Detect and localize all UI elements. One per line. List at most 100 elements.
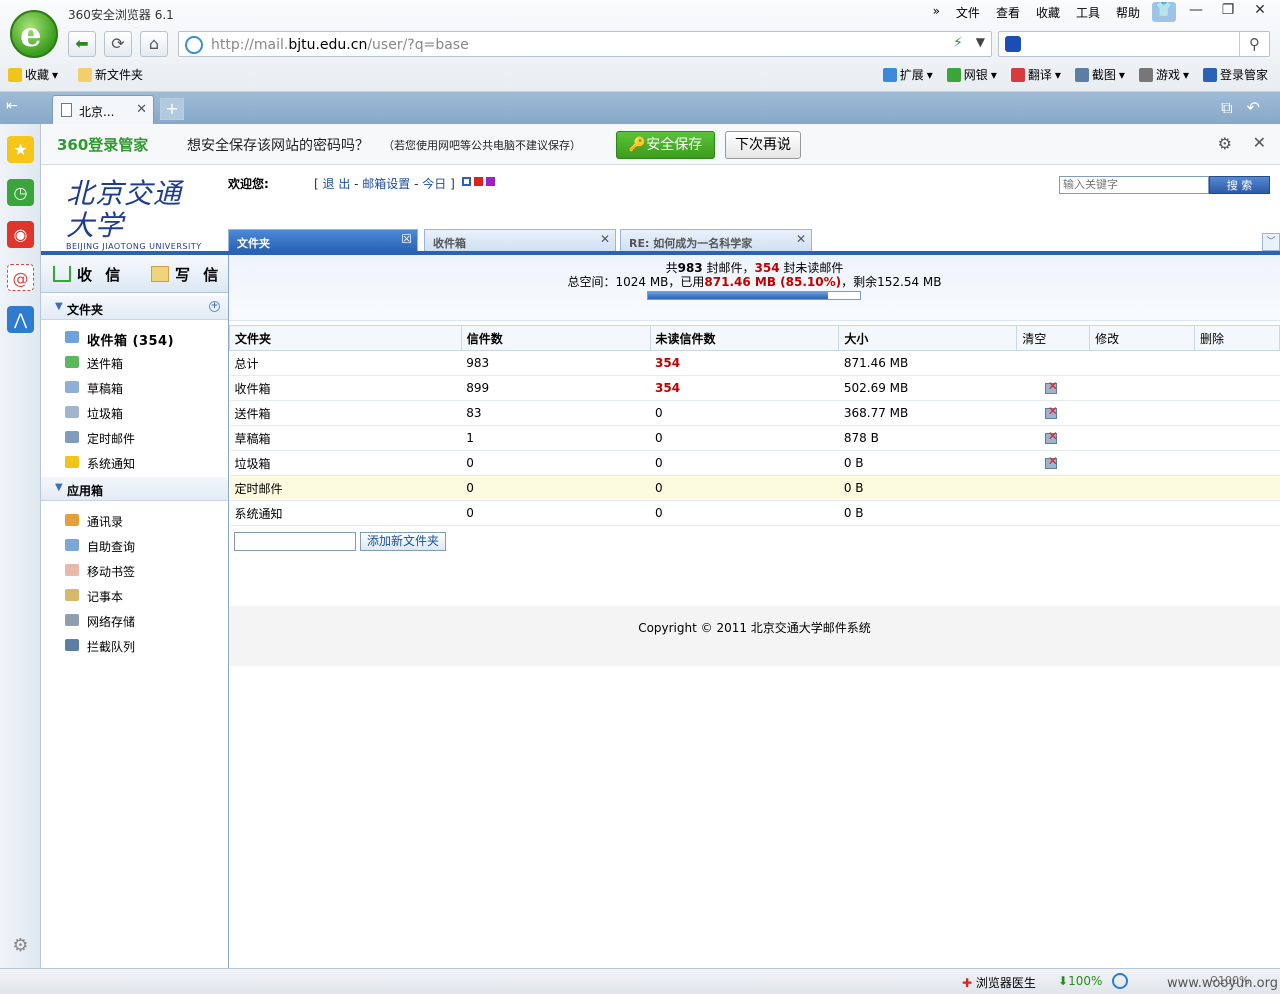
bookmark-new-folder[interactable]: 新文件夹 — [78, 66, 143, 83]
login-manager-brand: 360登录管家 — [57, 136, 149, 154]
quota-progress-fill — [648, 292, 829, 299]
sidebar-item-self-query[interactable]: 自助查询 — [41, 533, 228, 558]
theme-red-swatch[interactable] — [473, 177, 483, 186]
browser-tab[interactable]: 北京... ✕ — [52, 95, 154, 124]
theme-blue-swatch[interactable] — [461, 177, 471, 186]
apps-section[interactable]: ▼ 应用箱 — [41, 477, 228, 501]
browser-search-box[interactable]: ⚲ — [998, 31, 1270, 57]
refresh-icon[interactable]: ⟳ — [104, 31, 132, 57]
chevron-down-icon[interactable]: ﹀ — [1262, 233, 1280, 251]
unread-cell: 0 — [650, 475, 839, 501]
compose-button[interactable]: 写 信 — [151, 264, 222, 285]
tab-folders[interactable]: 文件夹 ☒ — [228, 229, 418, 251]
theme-purple-swatch[interactable] — [485, 177, 495, 186]
add-folder-button[interactable]: 添加新文件夹 — [360, 532, 446, 551]
trash-icon — [65, 406, 79, 418]
new-tab-button[interactable]: + — [160, 98, 184, 120]
mail-search-input[interactable] — [1059, 176, 1209, 194]
close-icon[interactable]: ✕ — [1248, 2, 1272, 22]
sidebar-item-drafts[interactable]: 草稿箱 — [41, 375, 228, 400]
tab-close-icon[interactable]: ✕ — [796, 232, 806, 246]
new-folder-name-input[interactable] — [234, 532, 356, 551]
browser-doctor[interactable]: ✚ 浏览器医生 — [962, 974, 1036, 991]
clear-folder-icon[interactable] — [1044, 379, 1059, 394]
sidebar-item-bookmarks[interactable]: 移动书签 — [41, 558, 228, 583]
back-icon[interactable]: ⬅ — [68, 31, 96, 57]
tab-close-icon[interactable]: ✕ — [600, 232, 610, 246]
menu-file[interactable]: 文件 — [956, 4, 980, 21]
folders-section[interactable]: ▼ 文件夹 + — [41, 296, 228, 320]
chevron-down-icon[interactable]: ▼ — [976, 35, 985, 49]
toolbar-games[interactable]: 游戏 ▾ — [1138, 66, 1189, 83]
pencil-icon — [151, 266, 169, 282]
menu-help[interactable]: 帮助 — [1116, 4, 1140, 21]
menu-bar: » 文件 查看 收藏 工具 帮助 — [933, 4, 1140, 21]
ie-mode-icon[interactable] — [1112, 973, 1128, 989]
search-engine-icon[interactable] — [1005, 36, 1021, 52]
sidebar-item-trash[interactable]: 垃圾箱 — [41, 400, 228, 425]
history-clock-icon[interactable]: ◷ — [7, 179, 34, 206]
home-icon[interactable]: ⌂ — [140, 31, 168, 57]
clear-folder-icon[interactable] — [1044, 404, 1059, 419]
header-links: [ 退 出 - 邮箱设置 - 今日 ] — [314, 175, 495, 192]
skin-icon[interactable]: 👕 — [1152, 2, 1176, 22]
speed-mode-icon[interactable]: ⚡ — [953, 35, 963, 51]
undo-close-icon[interactable]: ↶ — [1247, 98, 1260, 118]
mail-search-button[interactable]: 搜 索 — [1209, 176, 1270, 194]
window-switch-icon[interactable]: ⧉ — [1221, 98, 1232, 118]
sidebar-item-storage[interactable]: 网络存储 — [41, 608, 228, 633]
tab-inbox[interactable]: 收件箱 ✕ — [424, 229, 616, 251]
add-folder-icon[interactable]: + — [209, 301, 220, 312]
minimize-icon[interactable]: — — [1184, 2, 1208, 22]
url-text[interactable]: http://mail.bjtu.edu.cn/user/?q=base — [211, 37, 469, 53]
today-link[interactable]: 今日 — [422, 177, 446, 191]
mail-settings-link[interactable]: 邮箱设置 — [362, 177, 410, 191]
clear-folder-icon[interactable] — [1044, 454, 1059, 469]
logout-link[interactable]: 退 出 — [323, 177, 351, 191]
toolbar-extensions[interactable]: 扩展 ▾ — [882, 66, 933, 83]
sidebar-item-system-notice[interactable]: 系统通知 — [41, 450, 228, 475]
sidebar-item-contacts[interactable]: 通讯录 — [41, 508, 228, 533]
menu-tools[interactable]: 工具 — [1076, 4, 1100, 21]
gear-icon[interactable]: ⚙ — [1218, 134, 1232, 153]
address-bar[interactable]: http://mail.bjtu.edu.cn/user/?q=base ⚡ ▼ — [178, 31, 992, 57]
bookmark-favorites[interactable]: 收藏 ▾ — [8, 66, 58, 83]
close-icon[interactable]: ✕ — [1253, 133, 1266, 152]
weibo-icon[interactable]: ◉ — [7, 221, 34, 248]
receive-button[interactable]: 收 信 — [53, 264, 124, 285]
mail-at-icon[interactable]: @ — [7, 264, 34, 291]
sidebar-item-blocked-queue[interactable]: 拦截队列 — [41, 633, 228, 658]
clear-cell — [1016, 350, 1090, 376]
sidebar-settings-icon[interactable]: ⚙ — [7, 932, 34, 959]
app-icon[interactable]: ⋀ — [7, 306, 34, 333]
download-status[interactable]: ⬇100% — [1058, 974, 1102, 988]
delete-cell — [1194, 475, 1280, 501]
sidebar-toggle-icon[interactable]: ⇤ — [6, 98, 18, 114]
sidebar-item-scheduled[interactable]: 定时邮件 — [41, 425, 228, 450]
browser-title-bar: e 360安全浏览器 6.1 » 文件 查看 收藏 工具 帮助 👕 — ❐ ✕ … — [0, 0, 1280, 92]
tab-message[interactable]: RE: 如何成为一名科学家 ✕ — [620, 229, 812, 251]
later-button[interactable]: 下次再说 — [725, 131, 801, 159]
folder-table-body: 总计983354871.46 MB收件箱899354502.69 MB送件箱83… — [229, 350, 1280, 526]
sidebar-item-inbox[interactable]: 收件箱 (354) — [41, 325, 228, 350]
toolbar-login-manager[interactable]: 登录管家 — [1202, 66, 1268, 83]
sidebar-item-notepad[interactable]: 记事本 — [41, 583, 228, 608]
sidebar-item-sent[interactable]: 送件箱 — [41, 350, 228, 375]
menu-favorites[interactable]: 收藏 — [1036, 4, 1060, 21]
menu-view[interactable]: 查看 — [996, 4, 1020, 21]
clear-folder-icon[interactable] — [1044, 429, 1059, 444]
tag-icon — [65, 564, 79, 576]
menu-more[interactable]: » — [933, 4, 940, 21]
delete-cell — [1194, 350, 1280, 376]
browser-logo-icon[interactable]: e — [10, 10, 58, 58]
restore-icon[interactable]: ❐ — [1216, 2, 1240, 22]
col-folder: 文件夹 — [229, 325, 462, 351]
tab-close-icon[interactable]: ☒ — [401, 232, 412, 246]
tab-close-icon[interactable]: ✕ — [136, 102, 147, 117]
toolbar-translate[interactable]: 翻译 ▾ — [1010, 66, 1061, 83]
toolbar-screenshot[interactable]: 截图 ▾ — [1074, 66, 1125, 83]
safe-save-button[interactable]: 🔑安全保存 — [616, 131, 715, 159]
toolbar-bank[interactable]: 网银 ▾ — [946, 66, 997, 83]
search-icon[interactable]: ⚲ — [1239, 32, 1269, 56]
favorites-star-icon[interactable]: ★ — [7, 136, 34, 163]
